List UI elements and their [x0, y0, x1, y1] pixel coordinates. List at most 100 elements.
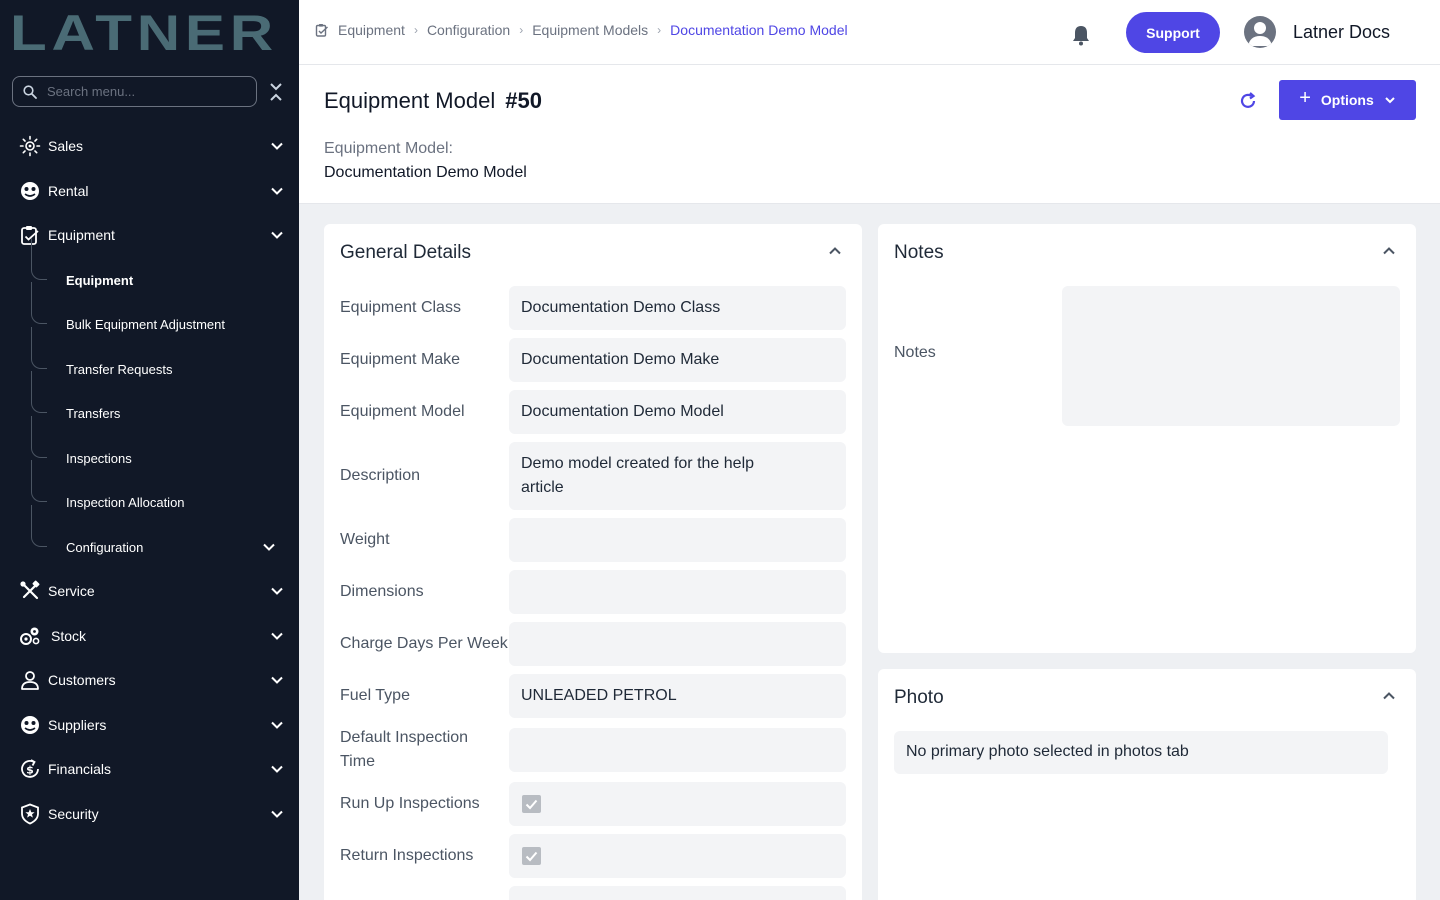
chevron-up-icon[interactable]	[1382, 244, 1396, 258]
record-number: #50	[505, 88, 542, 113]
run-up-inspections-checkbox[interactable]	[522, 795, 541, 813]
breadcrumb-separator-icon: ›	[657, 23, 662, 37]
return-inspections-field	[509, 834, 846, 878]
chevron-up-icon[interactable]	[828, 244, 842, 258]
fuel-type-field[interactable]: UNLEADED PETROL	[509, 674, 846, 718]
sidebar: LATNER Sales Rental Equipment	[0, 0, 299, 900]
check-icon	[525, 851, 538, 861]
sidebar-item-label: Financials	[48, 761, 112, 777]
chevron-down-icon	[263, 543, 275, 551]
support-button[interactable]: Support	[1126, 12, 1220, 53]
tree-branch	[31, 282, 47, 324]
check-icon	[525, 799, 538, 809]
sidebar-subitem-label: Bulk Equipment Adjustment	[66, 316, 225, 332]
card-title: Photo	[894, 687, 944, 708]
field-label: Equipment Class	[340, 299, 461, 316]
breadcrumb-current: Documentation Demo Model	[670, 22, 848, 38]
refresh-icon[interactable]	[1237, 90, 1259, 112]
description-field[interactable]: Demo model created for the help article	[509, 442, 846, 510]
search-input[interactable]	[47, 84, 237, 99]
rental-icon	[19, 180, 41, 202]
equipment-make-field[interactable]: Documentation Demo Make	[509, 338, 846, 382]
field-label: Equipment Model	[340, 403, 465, 420]
page-title: Equipment Model #50	[324, 88, 542, 114]
field-label: Weight	[340, 531, 390, 548]
sidebar-item-customers[interactable]: Customers	[0, 660, 299, 700]
chevron-down-icon	[271, 587, 283, 595]
plus-icon: +	[1299, 87, 1311, 109]
tree-branch	[31, 416, 47, 458]
return-inspections-checkbox[interactable]	[522, 847, 541, 865]
sidebar-item-label: Sales	[48, 138, 84, 154]
default-inspection-time-field[interactable]	[509, 728, 846, 772]
sidebar-item-service[interactable]: Service	[0, 571, 299, 611]
sidebar-item-label: Suppliers	[48, 717, 107, 733]
search-icon	[23, 84, 37, 99]
chevron-up-icon[interactable]	[1382, 689, 1396, 703]
dimensions-field[interactable]	[509, 570, 846, 614]
chevron-down-icon	[1385, 97, 1395, 104]
notes-textarea[interactable]	[1062, 286, 1400, 426]
stock-icon	[19, 625, 41, 647]
breadcrumb-separator-icon: ›	[413, 23, 418, 37]
latner-logo[interactable]: LATNER	[10, 5, 280, 61]
breadcrumb-equipment-models[interactable]: Equipment Models	[532, 22, 648, 38]
tree-branch	[31, 238, 47, 280]
clipboard-check-icon	[315, 24, 328, 37]
field-label: Fuel Type	[340, 687, 410, 704]
subtitle-value: Documentation Demo Model	[324, 164, 527, 181]
user-icon	[1248, 22, 1272, 46]
charge-days-per-week-field[interactable]	[509, 622, 846, 666]
field-label: Description	[340, 467, 421, 484]
chevron-down-icon	[271, 187, 283, 195]
field-label: Return Inspections	[340, 847, 474, 864]
weight-field[interactable]	[509, 518, 846, 562]
field-label: Charge Days Per Week	[340, 635, 508, 652]
bell-icon[interactable]	[1071, 24, 1091, 46]
sidebar-item-sales[interactable]: Sales	[0, 126, 299, 166]
card-title: Notes	[894, 242, 944, 263]
sidebar-subitem-label: Transfers	[66, 405, 121, 421]
sidebar-subitem-label: Equipment	[66, 272, 134, 288]
next-field[interactable]	[509, 886, 846, 900]
avatar[interactable]	[1244, 16, 1276, 48]
sales-icon	[19, 135, 41, 157]
general-details-card: General Details Equipment Class Document…	[324, 224, 862, 900]
sidebar-item-label: Rental	[48, 183, 89, 199]
card-title: General Details	[340, 242, 471, 263]
logo-wordmark: LATNER	[10, 5, 274, 61]
tree-branch	[31, 327, 47, 369]
sidebar-item-stock[interactable]: Stock	[0, 616, 299, 656]
financials-icon: $	[19, 758, 41, 780]
chevron-down-icon	[271, 765, 283, 773]
suppliers-icon	[19, 714, 41, 736]
breadcrumb-equipment[interactable]: Equipment	[338, 22, 405, 38]
field-label: Default Inspection Time	[340, 729, 469, 770]
equipment-model-field[interactable]: Documentation Demo Model	[509, 390, 846, 434]
collapse-menu-icon[interactable]	[268, 81, 284, 103]
page-title-text: Equipment Model	[324, 88, 496, 113]
chevron-down-icon	[271, 142, 283, 150]
customers-icon	[19, 669, 41, 691]
menu-search[interactable]	[12, 76, 257, 107]
chevron-down-icon	[271, 810, 283, 818]
breadcrumb-separator-icon: ›	[519, 23, 524, 37]
sidebar-item-label: Customers	[48, 672, 116, 688]
chevron-down-icon	[271, 676, 283, 684]
topbar: Equipment › Configuration › Equipment Mo…	[299, 0, 1440, 65]
user-name[interactable]: Latner Docs	[1293, 22, 1390, 43]
options-label: Options	[1320, 92, 1374, 108]
sidebar-subitem-configuration[interactable]: Configuration	[0, 505, 299, 567]
sidebar-item-rental[interactable]: Rental	[0, 171, 299, 211]
subtitle-label: Equipment Model:	[324, 140, 453, 157]
security-icon	[19, 803, 41, 825]
svg-text:$: $	[26, 764, 34, 777]
sidebar-item-security[interactable]: Security	[0, 794, 299, 834]
equipment-class-field[interactable]: Documentation Demo Class	[509, 286, 846, 330]
sidebar-item-label: Equipment	[48, 227, 115, 243]
sidebar-item-financials[interactable]: $ Financials	[0, 749, 299, 789]
sidebar-subitem-label: Configuration	[66, 539, 144, 555]
breadcrumb-configuration[interactable]: Configuration	[427, 22, 510, 38]
options-button[interactable]: + Options	[1279, 80, 1416, 120]
sidebar-item-suppliers[interactable]: Suppliers	[0, 705, 299, 745]
